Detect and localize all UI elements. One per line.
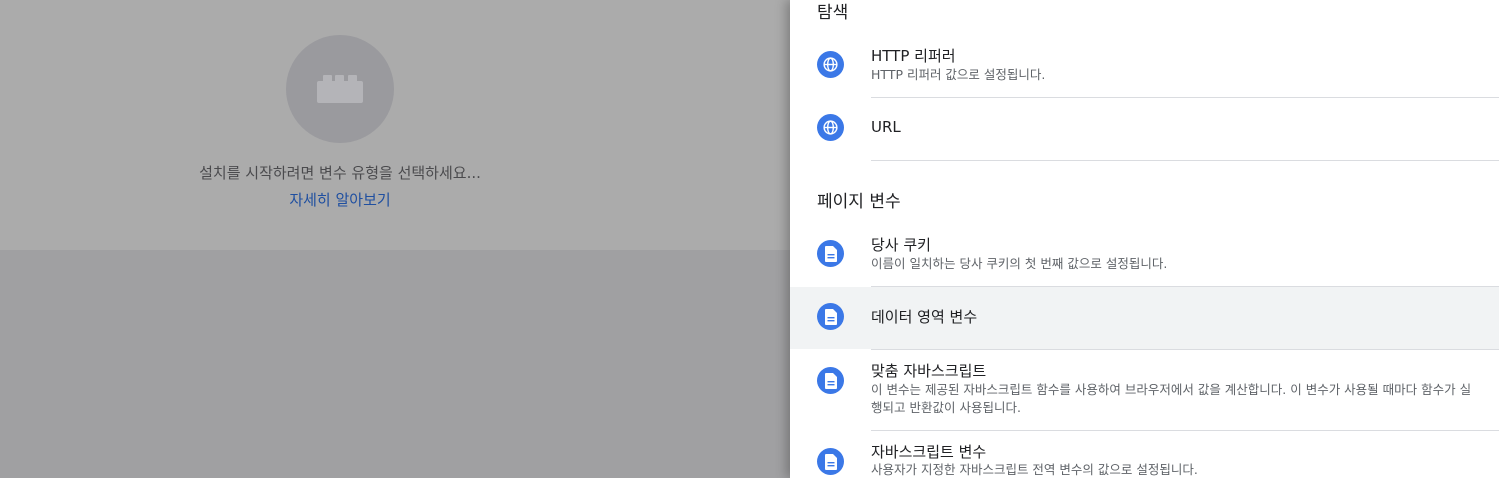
variable-type-data-layer-variable[interactable]: 데이터 영역 변수 [790,287,1499,349]
document-icon [817,448,844,475]
document-icon [817,240,844,267]
item-title: 맞춤 자바스크립트 [871,362,987,380]
variable-config-card: 설치를 시작하려면 변수 유형을 선택하세요... 자세히 알아보기 [0,0,790,250]
page-backdrop [0,250,790,478]
item-description: 이름이 일치하는 당사 쿠키의 첫 번째 값으로 설정됩니다. [871,256,1168,271]
variable-type-url[interactable]: URL [790,98,1499,160]
item-description: 사용자가 지정한 자바스크립트 전역 변수의 값으로 설정됩니다. [871,462,1198,477]
document-icon [817,303,844,330]
globe-icon [817,51,844,78]
item-title: 당사 쿠키 [871,236,931,254]
variable-type-http-referrer[interactable]: HTTP 리퍼러 HTTP 리퍼러 값으로 설정됩니다. [790,34,1499,97]
variable-type-panel: 탐색 HTTP 리퍼러 HTTP 리퍼러 값으로 설정됩니다. URL 페이지 … [790,0,1499,478]
divider [871,160,1499,161]
choose-variable-prompt: 설치를 시작하려면 변수 유형을 선택하세요... [199,164,481,182]
item-description: 이 변수는 제공된 자바스크립트 함수를 사용하여 브라우저에서 값을 계산합니… [871,382,1472,415]
item-title: 자바스크립트 변수 [871,443,987,461]
item-title: HTTP 리퍼러 [871,47,956,65]
document-icon [817,367,844,394]
learn-more-link[interactable]: 자세히 알아보기 [0,189,680,210]
item-title: 데이터 영역 변수 [871,308,978,326]
variable-type-first-party-cookie[interactable]: 당사 쿠키 이름이 일치하는 당사 쿠키의 첫 번째 값으로 설정됩니다. [790,223,1499,286]
variable-placeholder-icon[interactable] [286,35,394,143]
variable-type-javascript-variable[interactable]: 자바스크립트 변수 사용자가 지정한 자바스크립트 전역 변수의 값으로 설정됩… [790,431,1499,478]
globe-icon [817,114,844,141]
variable-type-custom-javascript[interactable]: 맞춤 자바스크립트 이 변수는 제공된 자바스크립트 함수를 사용하여 브라우저… [790,350,1499,430]
item-title: URL [871,118,901,136]
item-description: HTTP 리퍼러 값으로 설정됩니다. [871,67,1046,82]
section-title-page-variables: 페이지 변수 [817,192,901,212]
section-title-navigation: 탐색 [817,3,849,23]
